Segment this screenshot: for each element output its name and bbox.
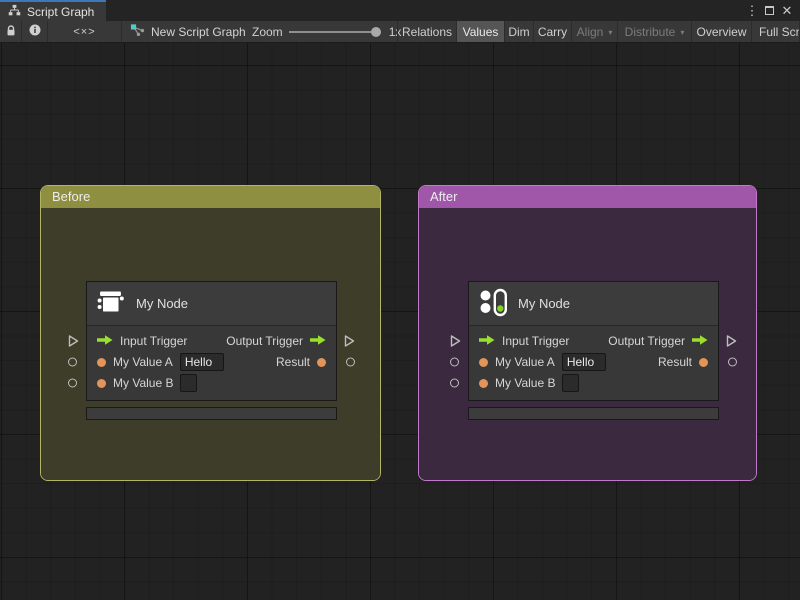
flow-input-port-outer[interactable]	[68, 335, 79, 348]
flow-arrow-icon[interactable]	[479, 334, 495, 349]
code-view-button[interactable]: <×>	[48, 21, 122, 42]
flow-input-port-outer[interactable]	[450, 335, 461, 348]
value-output-port-outer[interactable]	[728, 357, 737, 367]
machine-unit-icon	[96, 287, 126, 320]
flow-arrow-icon[interactable]	[97, 334, 113, 349]
maximize-icon[interactable]	[765, 6, 774, 15]
flow-output-port-outer[interactable]	[344, 335, 355, 348]
chevron-down-icon: ▾	[680, 28, 685, 37]
value-input-port-outer[interactable]	[450, 357, 459, 367]
node-header[interactable]: My Node	[87, 282, 336, 326]
group-after-header[interactable]: After	[419, 186, 756, 208]
value-b-port-row: My Value B	[68, 373, 336, 393]
distribute-dropdown[interactable]: Distribute ▾	[618, 21, 692, 42]
zoom-control: Zoom 1x	[252, 21, 401, 42]
overview-button[interactable]: Overview	[692, 21, 752, 42]
padlock-icon	[5, 24, 17, 40]
trigger-port-row: Input Trigger Output Trigger	[68, 331, 355, 351]
value-port-icon[interactable]	[97, 378, 106, 388]
graph-name: New Script Graph	[151, 24, 246, 39]
dim-button[interactable]: Dim	[505, 21, 534, 42]
graph-asset-label: New Script Graph	[130, 21, 246, 42]
toggle-state-icon	[478, 287, 508, 320]
node-after[interactable]: My Node Input Trigger Output Trigger My …	[450, 281, 737, 420]
value-port-icon[interactable]	[97, 357, 106, 367]
node-title: My Node	[136, 296, 189, 311]
value-port-icon[interactable]	[479, 378, 488, 388]
value-b-field[interactable]	[562, 374, 580, 392]
info-button[interactable]	[22, 21, 48, 42]
value-input-port-outer[interactable]	[68, 378, 77, 388]
port-label: My Value B	[495, 376, 556, 390]
close-icon[interactable]: ✕	[780, 3, 794, 18]
port-label: Result	[275, 355, 310, 369]
port-label: My Value A	[495, 355, 555, 369]
align-dropdown[interactable]: Align ▾	[572, 21, 618, 42]
zoom-label: Zoom	[252, 24, 283, 39]
relations-button[interactable]: Relations	[398, 21, 457, 42]
chevron-down-icon: ▾	[608, 28, 613, 37]
node-footer	[86, 407, 337, 420]
flow-arrow-icon[interactable]	[310, 334, 326, 349]
full-screen-button[interactable]: Full Screen	[752, 21, 800, 42]
flow-output-port-outer[interactable]	[726, 335, 737, 348]
group-before-header[interactable]: Before	[41, 186, 380, 208]
node-header[interactable]: My Node	[469, 282, 718, 326]
tab-title: Script Graph	[27, 4, 95, 19]
value-input-port-outer[interactable]	[68, 357, 77, 367]
group-title: Before	[52, 189, 91, 204]
value-port-icon[interactable]	[317, 357, 326, 367]
value-a-port-row: My Value A Result	[450, 352, 737, 372]
node-title: My Node	[518, 296, 571, 311]
node-footer	[468, 407, 719, 420]
port-label: My Value B	[113, 376, 174, 390]
tabbar-spacer	[106, 0, 745, 21]
port-label: My Value A	[113, 355, 173, 369]
value-output-port-outer[interactable]	[346, 357, 355, 367]
port-label: Input Trigger	[120, 334, 188, 348]
zoom-slider[interactable]	[288, 26, 381, 37]
port-label: Output Trigger	[608, 334, 685, 348]
port-label: Input Trigger	[502, 334, 570, 348]
value-a-field[interactable]	[561, 353, 606, 371]
kebab-menu-icon[interactable]: ⋮	[745, 3, 759, 18]
flow-arrow-icon[interactable]	[692, 334, 708, 349]
value-input-port-outer[interactable]	[450, 378, 459, 388]
graph-canvas[interactable]: Before After My Node Input Trigger Outpu…	[0, 43, 800, 600]
graph-toolbar: <×> New Script Graph Zoom 1x Relations V…	[0, 21, 800, 43]
graph-hierarchy-icon	[8, 4, 21, 19]
code-angle-icon: <×>	[73, 25, 96, 38]
lock-button[interactable]	[0, 21, 22, 42]
value-port-icon[interactable]	[699, 357, 708, 367]
value-a-port-row: My Value A Result	[68, 352, 355, 372]
port-label: Result	[657, 355, 692, 369]
script-graph-window: Script Graph ⋮ ✕ <×> New Script Graph Zo…	[0, 0, 800, 600]
port-label: Output Trigger	[226, 334, 303, 348]
trigger-port-row: Input Trigger Output Trigger	[450, 331, 737, 351]
value-b-field[interactable]	[180, 374, 198, 392]
value-a-field[interactable]	[179, 353, 224, 371]
group-title: After	[430, 189, 458, 204]
zoom-slider-knob[interactable]	[370, 26, 381, 37]
carry-button[interactable]: Carry	[534, 21, 572, 42]
values-button[interactable]: Values	[457, 21, 505, 42]
graph-asset-icon	[130, 23, 145, 40]
value-port-icon[interactable]	[479, 357, 488, 367]
tab-bar: Script Graph ⋮ ✕	[0, 0, 800, 21]
tab-script-graph[interactable]: Script Graph	[0, 0, 107, 21]
node-before[interactable]: My Node Input Trigger Output Trigger My …	[68, 281, 355, 420]
value-b-port-row: My Value B	[450, 373, 718, 393]
info-icon	[29, 24, 41, 39]
